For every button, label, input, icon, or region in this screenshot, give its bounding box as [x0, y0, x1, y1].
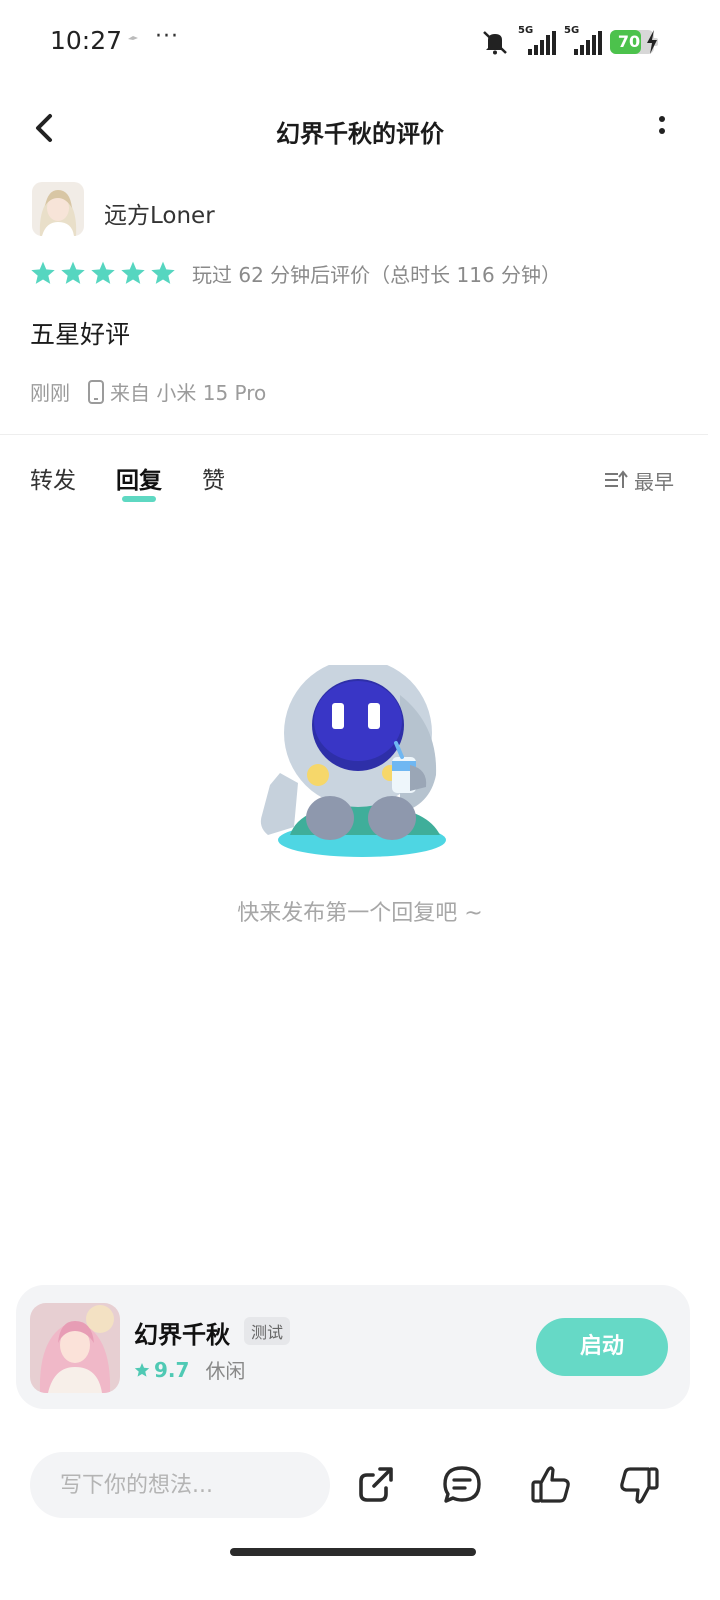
game-thumbnail[interactable]: [30, 1303, 120, 1393]
star-icon: [91, 261, 115, 284]
launch-button[interactable]: 启动: [536, 1318, 668, 1376]
thumbs-up-icon[interactable]: [530, 1464, 572, 1506]
tab-likes[interactable]: 赞: [202, 464, 225, 498]
review-meta: 刚刚 来自 小米 15 Pro: [30, 377, 266, 406]
status-bar: 10:27 ··· 5G 5G 70: [0, 0, 720, 86]
empty-state-message: 快来发布第一个回复吧 ~: [237, 901, 483, 926]
signal-icon-2: 5G: [564, 25, 602, 55]
username[interactable]: 远方Loner: [104, 196, 215, 230]
tab-bar: 转发 回复 赞: [30, 464, 225, 502]
signal-icon: 5G: [518, 25, 556, 55]
more-vertical-icon[interactable]: [652, 110, 672, 146]
star-rating: [30, 260, 180, 286]
app-header: 幻界千秋的评价: [0, 96, 720, 160]
star-icon: [31, 261, 55, 284]
playtime-text: 玩过 62 分钟后评价（总时长 116 分钟）: [192, 262, 562, 287]
game-card[interactable]: 幻界千秋 测试 9.7 休闲 启动: [16, 1285, 690, 1409]
home-indicator[interactable]: [230, 1548, 476, 1556]
status-icons: 5G 5G 70: [480, 25, 658, 56]
sort-button[interactable]: 最早: [604, 466, 674, 495]
game-score: 9.7 休闲: [134, 1355, 245, 1384]
tab-underline: [122, 496, 156, 502]
tab-label: 转发: [30, 468, 76, 494]
game-score-value: 9.7: [154, 1357, 190, 1382]
more-notifications-icon: ···: [155, 24, 179, 49]
posted-time: 刚刚: [30, 381, 70, 405]
comment-icon[interactable]: [441, 1464, 483, 1506]
clock: 10:27: [50, 26, 123, 55]
game-name[interactable]: 幻界千秋: [134, 1315, 230, 1350]
comment-input[interactable]: [30, 1452, 330, 1518]
charging-icon: [647, 30, 657, 54]
star-icon: [121, 261, 145, 284]
test-badge: 测试: [244, 1317, 291, 1345]
robot-mascot-illustration: [260, 665, 446, 857]
share-icon[interactable]: [354, 1464, 396, 1506]
divider: [0, 434, 708, 435]
tab-label: 赞: [202, 468, 225, 494]
star-icon: [151, 261, 175, 284]
sort-icon: [605, 469, 628, 488]
tab-label: 回复: [116, 468, 162, 494]
notification-icon: [128, 36, 138, 40]
phone-icon: [88, 379, 104, 404]
tab-repost[interactable]: 转发: [30, 464, 76, 498]
game-genre: 休闲: [205, 1359, 246, 1383]
battery-percent: 70: [617, 32, 641, 51]
avatar[interactable]: [32, 182, 84, 236]
star-icon: [61, 261, 85, 284]
star-icon: [134, 1362, 150, 1377]
rating-row: 玩过 62 分钟后评价（总时长 116 分钟）: [30, 259, 561, 287]
page-title: 幻界千秋的评价: [276, 120, 444, 148]
sort-label: 最早: [634, 470, 674, 494]
thumbs-down-icon[interactable]: [618, 1464, 660, 1506]
device-text: 来自 小米 15 Pro: [110, 381, 267, 405]
review-content: 五星好评: [30, 320, 131, 349]
tab-replies[interactable]: 回复: [116, 464, 162, 502]
mute-bell-icon: [483, 31, 507, 55]
